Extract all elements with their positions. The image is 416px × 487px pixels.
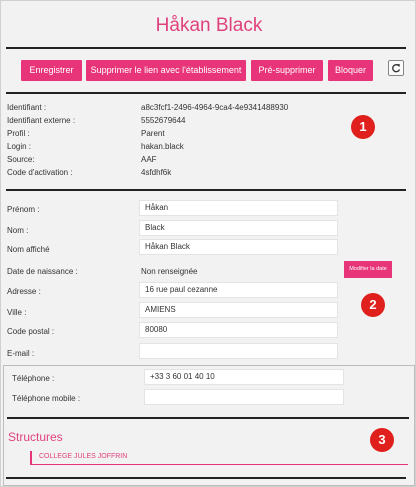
- source-label: Source:: [7, 155, 35, 164]
- user-details-panel: Håkan Black Enregistrer Supprimer le lie…: [0, 0, 416, 487]
- phone-label: Téléphone :: [12, 374, 55, 383]
- modify-date-button[interactable]: Modifier la date: [344, 261, 392, 278]
- city-label: Ville :: [7, 308, 27, 317]
- display-name-label: Nom affiché: [7, 245, 50, 254]
- phone-field[interactable]: +33 3 60 01 40 10: [144, 369, 344, 385]
- page-title: Håkan Black: [155, 15, 263, 36]
- block-button[interactable]: Bloquer: [328, 60, 373, 81]
- display-name-field[interactable]: Håkan Black: [139, 239, 338, 255]
- divider: [6, 47, 406, 49]
- lastname-label: Nom :: [7, 226, 29, 235]
- email-label: E-mail :: [7, 349, 35, 358]
- activation-code-value: 4sfdhf6k: [141, 168, 172, 177]
- structures-title: Structures: [8, 430, 63, 444]
- zip-field[interactable]: 80080: [139, 322, 338, 338]
- phone-structures-section: Téléphone : +33 3 60 01 40 10 Téléphone …: [3, 365, 415, 486]
- structure-item[interactable]: COLLEGE JULES JOFFRIN: [30, 451, 408, 465]
- divider: [6, 189, 406, 191]
- lastname-field[interactable]: Black: [139, 220, 338, 236]
- login-value: hakan.black: [141, 142, 184, 151]
- annotation-badge-1: 1: [351, 115, 375, 139]
- source-value: AAF: [141, 155, 157, 164]
- external-id-label: Identifiant externe :: [7, 116, 76, 125]
- refresh-icon: [392, 63, 401, 73]
- birthdate-value: Non renseignée: [141, 267, 198, 276]
- annotation-badge-2: 2: [361, 293, 385, 317]
- divider: [7, 417, 409, 419]
- remove-link-button[interactable]: Supprimer le lien avec l'établissement: [86, 60, 246, 81]
- address-field[interactable]: 16 rue paul cezanne: [139, 282, 338, 298]
- mobile-field[interactable]: [144, 389, 344, 405]
- birthdate-label: Date de naissance :: [7, 267, 78, 276]
- city-field[interactable]: AMIENS: [139, 302, 338, 318]
- profile-value: Parent: [141, 129, 165, 138]
- activation-code-label: Code d'activation :: [7, 168, 73, 177]
- divider: [6, 477, 406, 479]
- annotation-badge-3: 3: [370, 428, 394, 452]
- firstname-field[interactable]: Håkan: [139, 200, 338, 216]
- email-field[interactable]: [139, 343, 338, 359]
- zip-label: Code postal :: [7, 327, 55, 336]
- mobile-label: Téléphone mobile :: [12, 394, 81, 403]
- external-id-value: 5552679644: [141, 116, 186, 125]
- address-label: Adresse :: [7, 287, 41, 296]
- id-label: Identifiant :: [7, 103, 47, 112]
- id-value: a8c3fcf1-2496-4964-9ca4-4e9341488930: [141, 103, 289, 112]
- login-label: Login :: [7, 142, 32, 151]
- firstname-label: Prénom :: [7, 205, 40, 214]
- refresh-button[interactable]: [388, 60, 404, 76]
- save-button[interactable]: Enregistrer: [21, 60, 82, 81]
- divider: [6, 92, 406, 94]
- pre-delete-button[interactable]: Pré-supprimer: [251, 60, 323, 81]
- profile-label: Profil :: [7, 129, 30, 138]
